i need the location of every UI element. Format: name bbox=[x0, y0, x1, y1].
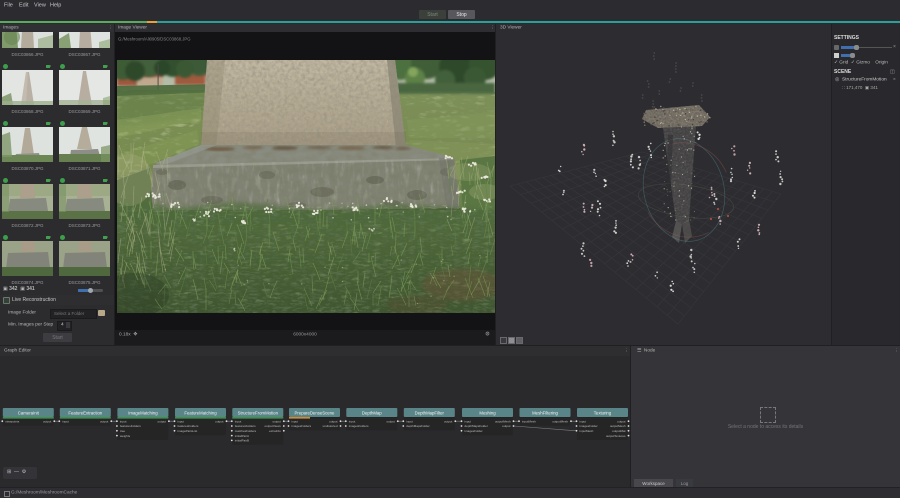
svg-text:FeatureMatching: FeatureMatching bbox=[184, 410, 217, 415]
svg-text:input: input bbox=[349, 419, 356, 423]
svg-text:extraInfo: extraInfo bbox=[269, 429, 281, 433]
svg-text:output: output bbox=[329, 419, 338, 423]
svg-text:Meshing: Meshing bbox=[479, 410, 496, 415]
svg-text:PrepareDenseScene: PrepareDenseScene bbox=[295, 410, 336, 415]
svg-text:imagesFolder: imagesFolder bbox=[580, 424, 598, 428]
svg-text:input: input bbox=[235, 419, 242, 423]
svg-text:output: output bbox=[43, 419, 52, 423]
svg-text:undistorted: undistorted bbox=[323, 424, 338, 428]
svg-text:FeatureExtraction: FeatureExtraction bbox=[68, 410, 103, 415]
svg-text:outputTextures: outputTextures bbox=[606, 434, 626, 438]
svg-text:ImageMatching: ImageMatching bbox=[128, 410, 158, 415]
svg-text:outputMat: outputMat bbox=[612, 429, 626, 433]
svg-text:input: input bbox=[120, 419, 127, 423]
svg-text:Texturing: Texturing bbox=[594, 410, 612, 415]
svg-text:featuresFolders: featuresFolders bbox=[178, 424, 199, 428]
svg-text:outputViews: outputViews bbox=[265, 424, 282, 428]
svg-text:output: output bbox=[272, 419, 281, 423]
svg-text:DepthMap: DepthMap bbox=[362, 410, 382, 415]
svg-text:matchesFolders: matchesFolders bbox=[235, 429, 257, 433]
svg-text:imagesFolders: imagesFolders bbox=[292, 424, 312, 428]
svg-text:input: input bbox=[580, 419, 587, 423]
svg-text:imagesFolder: imagesFolder bbox=[465, 429, 483, 433]
svg-text:CameraInit: CameraInit bbox=[18, 410, 40, 415]
svg-text:outputMesh: outputMesh bbox=[610, 424, 626, 428]
svg-text:depthMapsFolder: depthMapsFolder bbox=[465, 424, 488, 428]
svg-text:initialPairB: initialPairB bbox=[235, 439, 249, 443]
svg-text:output: output bbox=[158, 419, 167, 423]
svg-text:featuresFolders: featuresFolders bbox=[235, 424, 256, 428]
svg-text:outputMesh: outputMesh bbox=[495, 419, 511, 423]
svg-text:imagesFolders: imagesFolders bbox=[349, 424, 369, 428]
svg-text:input: input bbox=[62, 419, 69, 423]
svg-text:imagePairsList: imagePairsList bbox=[178, 429, 198, 433]
svg-text:MeshFiltering: MeshFiltering bbox=[532, 410, 558, 415]
svg-text:input: input bbox=[406, 419, 413, 423]
svg-text:output: output bbox=[502, 424, 511, 428]
svg-text:StructureFromMotion: StructureFromMotion bbox=[238, 410, 279, 415]
svg-text:DepthMapFilter: DepthMapFilter bbox=[415, 410, 445, 415]
svg-text:initialPairA: initialPairA bbox=[235, 434, 249, 438]
svg-text:outputMesh: outputMesh bbox=[552, 419, 568, 423]
svg-text:viewpoints: viewpoints bbox=[5, 419, 20, 423]
svg-text:featuresFolders: featuresFolders bbox=[120, 424, 141, 428]
svg-text:tree: tree bbox=[120, 429, 126, 433]
svg-text:weights: weights bbox=[120, 434, 131, 438]
svg-text:output: output bbox=[617, 419, 626, 423]
svg-text:depthMapsFolder: depthMapsFolder bbox=[406, 424, 429, 428]
svg-text:input: input bbox=[465, 419, 472, 423]
svg-text:inputMesh: inputMesh bbox=[522, 419, 536, 423]
svg-text:output: output bbox=[100, 419, 109, 423]
svg-text:output: output bbox=[215, 419, 224, 423]
svg-text:output: output bbox=[444, 419, 453, 423]
svg-text:output: output bbox=[386, 419, 395, 423]
svg-text:inputMesh: inputMesh bbox=[580, 429, 594, 433]
svg-text:input: input bbox=[292, 419, 299, 423]
svg-text:input: input bbox=[178, 419, 185, 423]
